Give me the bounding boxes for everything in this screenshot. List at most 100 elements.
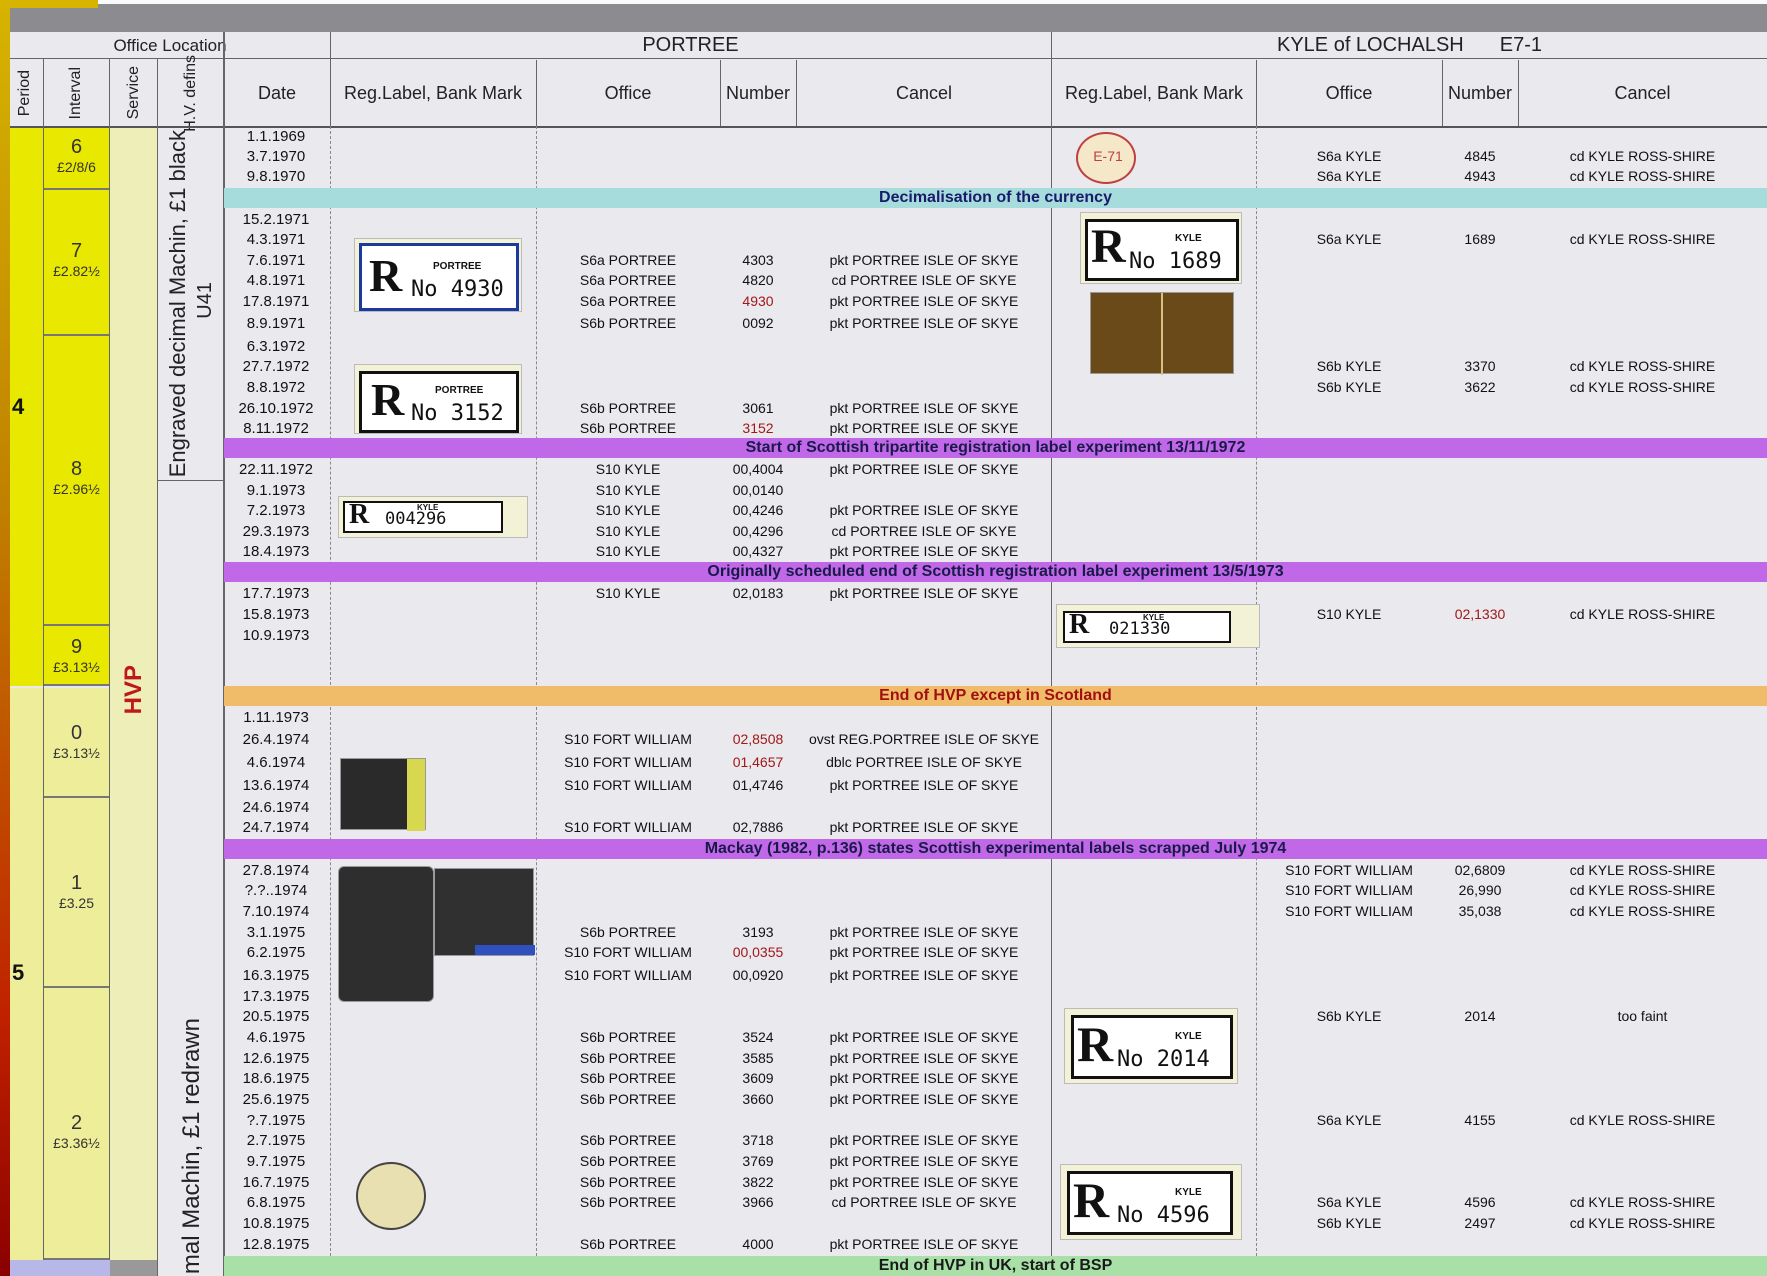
row-office: S6b PORTREE	[579, 924, 677, 940]
row-number: 01,4746	[732, 777, 784, 793]
row-office: S10 KYLE	[595, 482, 661, 498]
reg-r-glyph: R	[369, 250, 403, 301]
row-cancel: pkt PORTREE ISLE OF SKYE	[829, 1174, 1019, 1190]
date-cell: 10.8.1975	[242, 1215, 310, 1232]
row-cancel: pkt PORTREE ISLE OF SKYE	[829, 420, 1019, 436]
period-4-label: 4	[12, 394, 25, 419]
interval-8: 8 £2.96½	[44, 336, 109, 626]
row-cancel: pkt PORTREE ISLE OF SKYE	[829, 400, 1019, 416]
reg-label-number: 004296	[385, 509, 447, 529]
header-office-location: Office Location	[113, 36, 227, 55]
hv-u41: U41	[193, 281, 216, 319]
date-cell: 29.3.1973	[242, 523, 310, 540]
date-cell: 4.6.1975	[246, 1029, 306, 1046]
row-cancel: cd KYLE ROSS-SHIRE	[1569, 168, 1716, 184]
reg-label-number: No 2014	[1117, 1047, 1210, 1072]
header-kyle: KYLE of LOCHALSH E7-1	[1052, 32, 1767, 58]
date-cell: 18.4.1973	[242, 543, 310, 560]
reg-label-number: No 4930	[411, 277, 504, 302]
header-period-cell: Period	[10, 60, 40, 126]
date-cell: 8.8.1972	[246, 379, 306, 396]
date-cell: 3.1.1975	[246, 924, 306, 941]
row-office: S6b PORTREE	[579, 1132, 677, 1148]
interval-1: 1 £3.25	[44, 798, 109, 988]
interval-7: 7 £2.82½	[44, 190, 109, 336]
row-office: S6b PORTREE	[579, 315, 677, 331]
row-number: 02,7886	[732, 819, 784, 835]
row-office: S10 KYLE	[595, 502, 661, 518]
row-cancel: pkt PORTREE ISLE OF SKYE	[829, 585, 1019, 601]
date-cell: 7.10.1974	[242, 903, 310, 920]
banner-hvp-end: End of HVP except in Scotland	[224, 686, 1767, 706]
row-office: S10 FORT WILLIAM	[1285, 862, 1413, 878]
row-number: 4943	[1464, 168, 1496, 184]
reg-label-town: KYLE	[1175, 233, 1202, 244]
row-office: S6b PORTREE	[579, 1050, 677, 1066]
date-cell: 6.8.1975	[246, 1194, 306, 1211]
reg-label-town: PORTREE	[435, 385, 484, 396]
interval-number: 1	[70, 872, 83, 894]
date-cell: 26.4.1974	[242, 731, 310, 748]
row-cancel: pkt PORTREE ISLE OF SKYE	[829, 777, 1019, 793]
grid-line	[1518, 60, 1519, 126]
row-number: 3769	[742, 1153, 774, 1169]
row-cancel: cd KYLE ROSS-SHIRE	[1569, 1194, 1716, 1210]
postmark-cds	[356, 1162, 426, 1230]
row-cancel: cd PORTREE ISLE OF SKYE	[831, 523, 1017, 539]
reg-label-number: No 4596	[1117, 1203, 1210, 1228]
row-number: 1689	[1464, 231, 1496, 247]
reg-label-portree-3152: R PORTREE No 3152	[354, 364, 522, 434]
date-cell: 17.3.1975	[242, 988, 310, 1005]
reg-label-kyle-1689: R KYLE No 1689	[1080, 212, 1242, 284]
row-office: S10 FORT WILLIAM	[1285, 882, 1413, 898]
reg-r-glyph: R	[1077, 1016, 1114, 1072]
row-cancel: pkt PORTREE ISLE OF SKYE	[829, 944, 1019, 960]
date-cell: 27.8.1974	[242, 862, 310, 879]
row-cancel: cd KYLE ROSS-SHIRE	[1569, 148, 1716, 164]
row-cancel: pkt PORTREE ISLE OF SKYE	[829, 293, 1019, 309]
left-edge-gradient	[0, 0, 10, 1276]
row-number: 4596	[1464, 1194, 1496, 1210]
row-number: 4303	[742, 252, 774, 268]
hv-divider	[157, 480, 223, 481]
row-office: S6b PORTREE	[579, 400, 677, 416]
date-cell: 3.7.1970	[246, 148, 306, 165]
row-cancel: pkt PORTREE ISLE OF SKYE	[829, 543, 1019, 559]
row-cancel: pkt PORTREE ISLE OF SKYE	[829, 1153, 1019, 1169]
date-cell: 22.11.1972	[239, 461, 313, 478]
interval-price: £2.82½	[53, 263, 100, 279]
top-strip	[98, 0, 1767, 4]
row-number: 3622	[1464, 379, 1496, 395]
interval-number: 7	[70, 240, 83, 262]
row-number: 00,0920	[732, 967, 784, 983]
header-service-cell: Service	[112, 60, 156, 126]
row-office: S6b PORTREE	[579, 1236, 677, 1252]
row-office: S10 FORT WILLIAM	[1285, 903, 1413, 919]
row-number: 00,4296	[732, 523, 784, 539]
grid-line	[796, 60, 797, 126]
row-office: S6a KYLE	[1316, 168, 1382, 184]
row-number: 2014	[1464, 1008, 1496, 1024]
interval-price: £3.25	[58, 895, 95, 911]
header-portree-reg-label: Reg.Label, Bank Mark	[343, 82, 523, 103]
row-cancel: cd KYLE ROSS-SHIRE	[1569, 882, 1716, 898]
interval-2: 2 £3.36½	[44, 988, 109, 1260]
header-portree-cancel: Cancel	[895, 82, 953, 103]
row-office: S10 FORT WILLIAM	[564, 819, 692, 835]
top-corner-accent	[0, 0, 98, 8]
row-cancel: pkt PORTREE ISLE OF SKYE	[829, 1070, 1019, 1086]
row-number: 3585	[742, 1050, 774, 1066]
grid-line	[536, 60, 537, 126]
header-period: Period	[16, 69, 33, 117]
header-kyle-number: Number	[1447, 82, 1513, 103]
grid-line	[330, 32, 331, 126]
date-cell: ?.?..1974	[244, 882, 308, 899]
date-cell: 15.8.1973	[242, 606, 310, 623]
machin-stamp-image	[340, 758, 426, 831]
interval-number: 6	[70, 136, 83, 158]
service-footer	[110, 1260, 157, 1276]
row-cancel: pkt PORTREE ISLE OF SKYE	[829, 1132, 1019, 1148]
row-office: S10 FORT WILLIAM	[564, 777, 692, 793]
reg-label-number: No 3152	[411, 401, 504, 426]
row-number: 2497	[1464, 1215, 1496, 1231]
